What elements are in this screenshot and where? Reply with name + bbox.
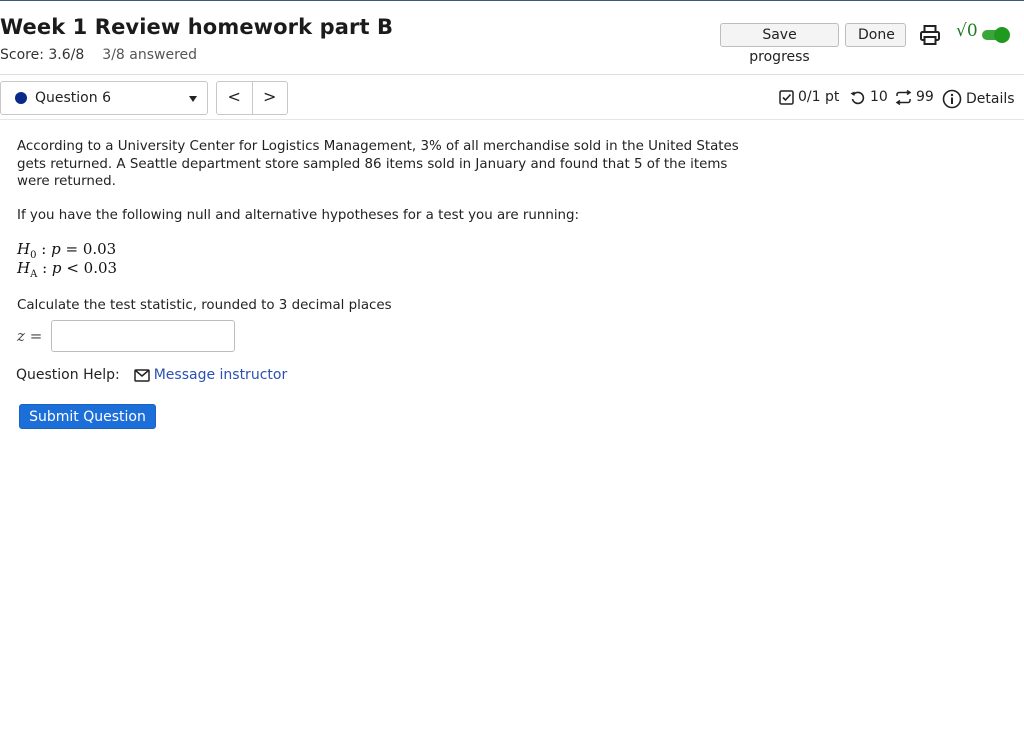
question-divider <box>0 119 1024 120</box>
tries-count: 10 <box>870 89 888 105</box>
question-nav: < > <box>216 81 288 115</box>
question-status-dot-icon <box>15 92 27 104</box>
envelope-icon[interactable] <box>133 368 150 382</box>
save-progress-button[interactable]: Save progress <box>720 23 839 65</box>
points-text: 0/1 pt <box>798 89 840 105</box>
answer-input[interactable] <box>51 320 235 352</box>
next-question-button[interactable]: > <box>251 82 288 114</box>
info-icon <box>942 89 962 109</box>
points-indicator: 0/1 pt <box>779 89 839 105</box>
page-title: Week 1 Review homework part B <box>0 15 394 39</box>
question-select-label: Question 6 <box>35 90 111 106</box>
retries-indicator: 99 <box>895 89 934 105</box>
question-text-2: If you have the following null and alter… <box>17 208 580 223</box>
alternative-hypothesis: HA : p < 0.03 <box>17 259 118 280</box>
question-text-3: Calculate the test statistic, rounded to… <box>17 298 392 313</box>
question-help-label: Question Help: <box>16 367 120 383</box>
score-summary: Score: 3.6/8 3/8 answered <box>0 47 197 63</box>
done-button[interactable]: Done <box>845 23 906 47</box>
checkbox-icon <box>779 89 794 105</box>
question-help: Question Help: Message instructor <box>16 367 287 383</box>
null-hypothesis: H0 : p = 0.03 <box>17 240 117 261</box>
question-text-1: According to a University Center for Log… <box>17 139 739 189</box>
message-instructor-link[interactable]: Message instructor <box>154 367 288 383</box>
header-divider <box>0 74 1024 75</box>
tries-indicator: 10 <box>849 89 888 105</box>
printer-icon[interactable] <box>918 23 942 47</box>
answered-count: 3/8 answered <box>102 47 198 63</box>
sqrt-icon: √0 <box>956 21 978 41</box>
retry-arrows-icon <box>895 89 912 105</box>
retries-count: 99 <box>916 89 934 105</box>
undo-icon <box>850 91 865 104</box>
details-label: Details <box>966 91 1015 107</box>
details-button[interactable]: Details <box>942 89 1015 109</box>
chevron-down-icon <box>189 96 197 102</box>
toggle-knob <box>994 27 1010 43</box>
submit-question-button[interactable]: Submit Question <box>19 404 156 429</box>
previous-question-button[interactable]: < <box>217 82 252 114</box>
question-select[interactable]: Question 6 <box>0 81 208 115</box>
score-text: Score: 3.6/8 <box>0 47 85 63</box>
answer-label: z = <box>17 327 43 345</box>
